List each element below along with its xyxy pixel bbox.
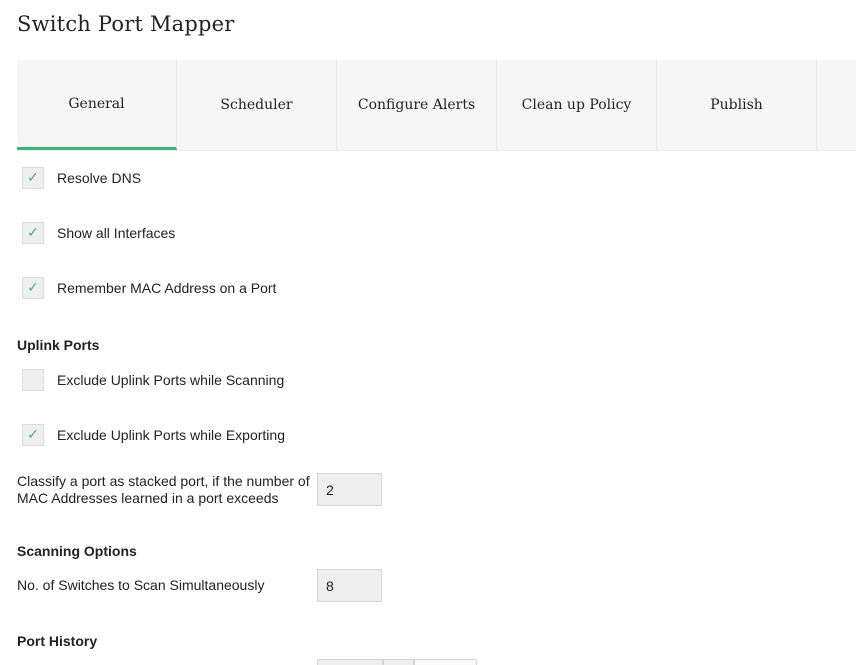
- tab-publish[interactable]: Publish: [657, 60, 817, 150]
- port-history-unit-select[interactable]: [414, 659, 477, 665]
- show-all-interfaces-checkbox[interactable]: ✓: [22, 222, 44, 244]
- checkmark-icon: ✓: [27, 225, 39, 241]
- stacked-port-threshold-input[interactable]: [317, 473, 382, 506]
- port-history-title: Port History: [17, 633, 98, 649]
- exclude-exporting-label: Exclude Uplink Ports while Exporting: [57, 427, 285, 443]
- resolve-dns-row: ✓ Resolve DNS: [22, 167, 141, 189]
- tab-general[interactable]: General: [17, 60, 177, 150]
- stacked-port-label-line2: MAC Addresses learned in a port exceeds: [17, 490, 279, 506]
- remember-mac-row: ✓ Remember MAC Address on a Port: [22, 277, 276, 299]
- page-title: Switch Port Mapper: [17, 12, 235, 36]
- exclude-exporting-checkbox[interactable]: ✓: [22, 424, 44, 446]
- remember-mac-label: Remember MAC Address on a Port: [57, 280, 277, 296]
- stacked-port-label-line1: Classify a port as stacked port, if the …: [17, 473, 310, 489]
- tab-bar: General Scheduler Configure Alerts Clean…: [17, 60, 856, 151]
- tab-configure-alerts[interactable]: Configure Alerts: [337, 60, 497, 150]
- resolve-dns-checkbox[interactable]: ✓: [22, 167, 44, 189]
- remember-mac-checkbox[interactable]: ✓: [22, 277, 44, 299]
- tab-clean-up-policy[interactable]: Clean up Policy: [497, 60, 657, 150]
- exclude-scanning-label: Exclude Uplink Ports while Scanning: [57, 372, 285, 388]
- checkmark-icon: ✓: [27, 280, 39, 296]
- exclude-scanning-row: Exclude Uplink Ports while Scanning: [22, 369, 284, 391]
- stacked-port-label: Classify a port as stacked port, if the …: [17, 473, 310, 507]
- port-history-control[interactable]: [317, 659, 477, 665]
- switches-simultaneous-label: No. of Switches to Scan Simultaneously: [17, 577, 265, 593]
- exclude-exporting-row: ✓ Exclude Uplink Ports while Exporting: [22, 424, 285, 446]
- scanning-options-title: Scanning Options: [17, 543, 137, 559]
- show-all-interfaces-label: Show all Interfaces: [57, 225, 176, 241]
- exclude-scanning-checkbox[interactable]: [22, 369, 44, 391]
- port-history-stepper[interactable]: [383, 659, 414, 665]
- resolve-dns-label: Resolve DNS: [57, 170, 142, 186]
- port-history-input[interactable]: [317, 659, 383, 665]
- checkmark-icon: ✓: [27, 427, 39, 443]
- tab-scheduler[interactable]: Scheduler: [177, 60, 337, 150]
- switches-simultaneous-input[interactable]: [317, 569, 382, 602]
- uplink-ports-title: Uplink Ports: [17, 337, 100, 353]
- show-all-interfaces-row: ✓ Show all Interfaces: [22, 222, 175, 244]
- checkmark-icon: ✓: [27, 170, 39, 186]
